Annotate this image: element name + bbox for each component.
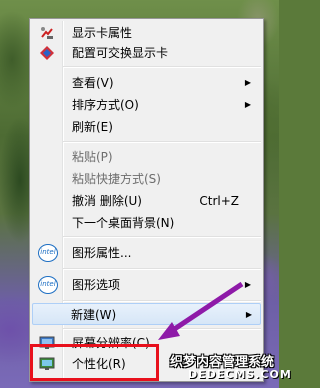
watermark-url: DEDECMS.COM: [188, 368, 292, 381]
pointer-arrow-icon: [158, 281, 244, 340]
